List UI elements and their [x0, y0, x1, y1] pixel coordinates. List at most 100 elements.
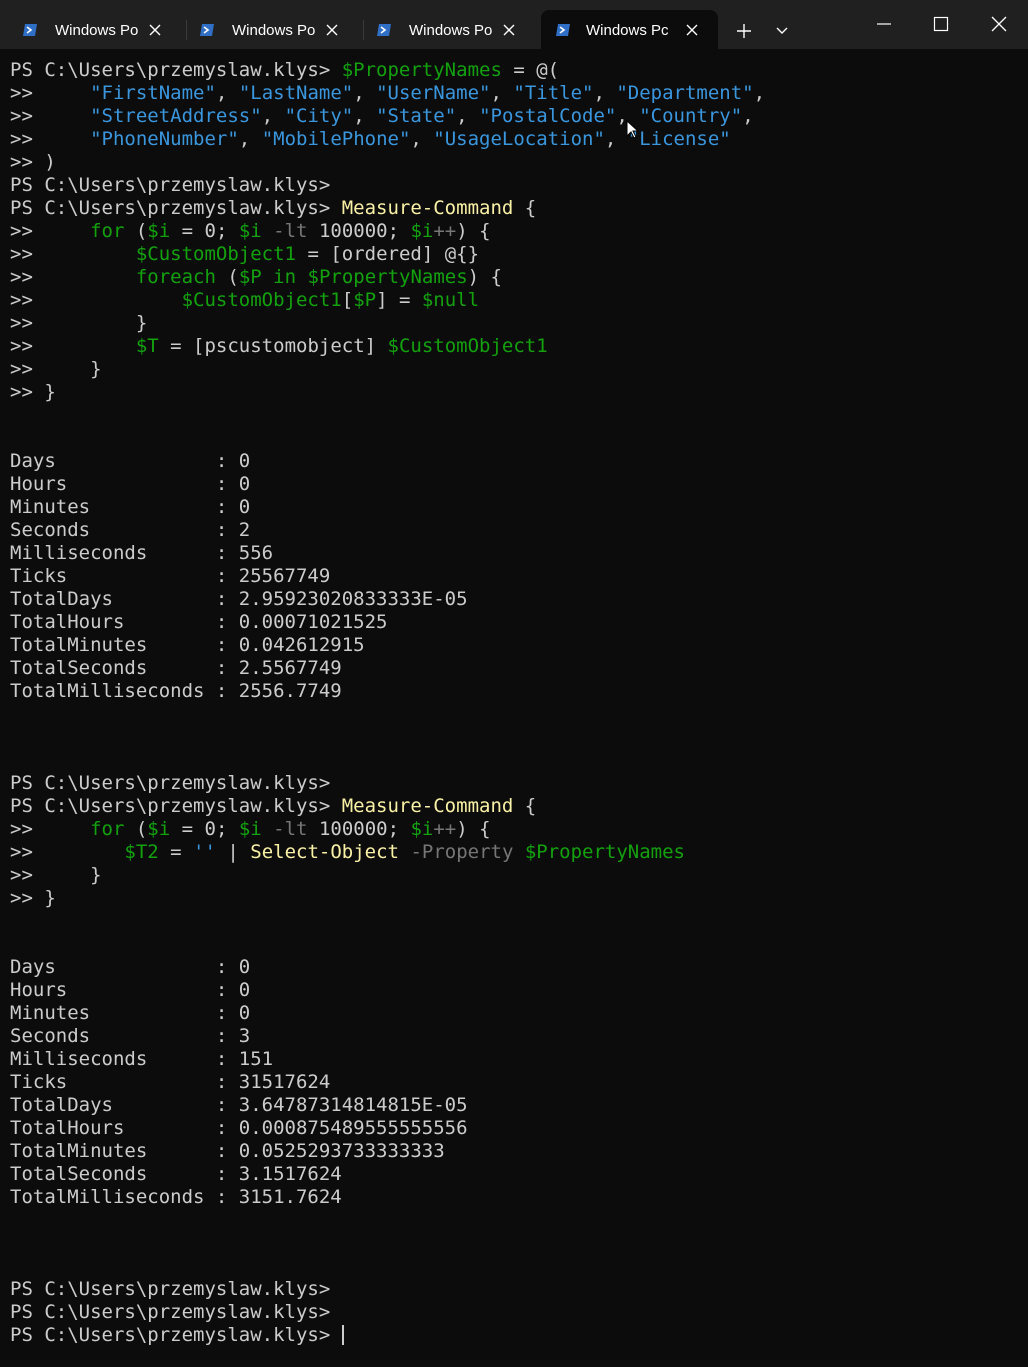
terminal-token: >> }: [10, 864, 102, 886]
terminal-token: Ticks : 25567749: [10, 565, 331, 587]
tab-label: Windows Po: [409, 22, 492, 39]
terminal-token: >>: [10, 82, 91, 104]
terminal-token: "MobilePhone": [261, 128, 411, 150]
terminal-token: "State": [376, 105, 457, 127]
terminal-line: Milliseconds : 151: [10, 1048, 1020, 1071]
terminal-line: Days : 0: [10, 956, 1020, 979]
plus-icon: [737, 24, 751, 38]
tab-label: Windows Pc: [586, 22, 669, 39]
terminal-token: Ticks : 31517624: [10, 1071, 331, 1093]
terminal-token: "PhoneNumber": [90, 128, 239, 150]
terminal-token: $i: [238, 220, 262, 242]
terminal-token: Seconds : 3: [10, 1025, 251, 1047]
close-tab-icon[interactable]: [145, 20, 165, 40]
terminal-token: "Title": [513, 82, 594, 104]
close-tab-icon[interactable]: [499, 20, 519, 40]
terminal-line: TotalMilliseconds : 3151.7624: [10, 1186, 1020, 1209]
terminal-token: ,: [742, 105, 754, 127]
terminal-line: Hours : 0: [10, 473, 1020, 496]
tab-windows-powershell-1[interactable]: Windows Po: [0, 10, 185, 49]
terminal-token: ++: [433, 818, 457, 840]
terminal-token: ,: [353, 105, 377, 127]
tab-windows-powershell-active[interactable]: Windows Pc: [541, 10, 718, 49]
terminal-line: PS C:\Users\przemyslaw.klys>: [10, 772, 1020, 795]
terminal-line: TotalMilliseconds : 2556.7749: [10, 680, 1020, 703]
terminal-token: "UsageLocation": [433, 128, 605, 150]
terminal-token: foreach: [135, 266, 216, 288]
terminal-line: >> }: [10, 358, 1020, 381]
terminal-line: PS C:\Users\przemyslaw.klys> Measure-Com…: [10, 795, 1020, 818]
terminal-line: >> }: [10, 312, 1020, 335]
terminal-token: Milliseconds : 556: [10, 542, 274, 564]
terminal-token: $null: [421, 289, 480, 311]
terminal-token: TotalSeconds : 3.1517624: [10, 1163, 342, 1185]
terminal-line: TotalMinutes : 0.042612915: [10, 634, 1020, 657]
terminal-line: Days : 0: [10, 450, 1020, 473]
tab-windows-powershell-2[interactable]: Windows Po: [177, 10, 362, 49]
tab-windows-powershell-3[interactable]: Windows Po: [354, 10, 539, 49]
terminal-token: ) {: [456, 818, 491, 840]
prompt: PS C:\Users\przemyslaw.klys>: [10, 795, 342, 817]
terminal-line: >> $CustomObject1 = [ordered] @{}: [10, 243, 1020, 266]
terminal-token: (: [124, 818, 148, 840]
terminal-line: PS C:\Users\przemyslaw.klys>: [10, 1324, 1020, 1347]
terminal-line: >> foreach ($P in $PropertyNames) {: [10, 266, 1020, 289]
terminal-token: ,: [410, 128, 434, 150]
minimize-button[interactable]: [857, 0, 911, 48]
powershell-icon: [200, 24, 214, 36]
terminal-token: $CustomObject1: [387, 335, 548, 357]
terminal-token: $P: [238, 266, 262, 288]
terminal-line: >> }: [10, 887, 1020, 910]
terminal-line: Minutes : 0: [10, 496, 1020, 519]
terminal-token: >>: [10, 220, 91, 242]
close-window-button[interactable]: [972, 0, 1026, 48]
terminal-line: >> for ($i = 0; $i -lt 100000; $i++) {: [10, 220, 1020, 243]
terminal-token: $T: [135, 335, 159, 357]
terminal-token: Milliseconds : 151: [10, 1048, 274, 1070]
prompt: PS C:\Users\przemyslaw.klys>: [10, 1278, 331, 1300]
powershell-icon: [556, 24, 570, 36]
tab-label: Windows Po: [232, 22, 315, 39]
terminal-output[interactable]: PS C:\Users\przemyslaw.klys> $PropertyNa…: [10, 59, 1020, 1359]
terminal-token: "LastName": [238, 82, 354, 104]
terminal-line: >> $T2 = '' | Select-Object -Property $P…: [10, 841, 1020, 864]
terminal-line: PS C:\Users\przemyslaw.klys> $PropertyNa…: [10, 59, 1020, 82]
terminal-token: -lt: [273, 818, 308, 840]
terminal-line: Milliseconds : 556: [10, 542, 1020, 565]
new-tab-button[interactable]: [730, 18, 758, 44]
terminal-token: ) {: [467, 266, 502, 288]
close-icon: [991, 16, 1007, 32]
terminal-token: $PropertyNames: [307, 266, 468, 288]
terminal-token: Minutes : 0: [10, 496, 251, 518]
terminal-token: $PropertyNames: [341, 59, 502, 81]
tab-dropdown-button[interactable]: [768, 18, 796, 44]
terminal-token: (: [215, 266, 239, 288]
terminal-line: >> ): [10, 151, 1020, 174]
close-tab-icon[interactable]: [322, 20, 342, 40]
close-tab-icon[interactable]: [682, 20, 702, 40]
terminal-token: 100000;: [307, 818, 411, 840]
terminal-token: >>: [10, 818, 91, 840]
terminal-token: >> }: [10, 381, 56, 403]
terminal-token: "City": [284, 105, 354, 127]
terminal-line: Seconds : 3: [10, 1025, 1020, 1048]
terminal-token: ) {: [456, 220, 491, 242]
powershell-icon: [377, 24, 391, 36]
terminal-token: ++: [433, 220, 457, 242]
maximize-button[interactable]: [914, 0, 968, 48]
terminal-token: ,: [215, 82, 239, 104]
terminal-token: = 0;: [170, 818, 239, 840]
terminal-token: >> ): [10, 151, 56, 173]
terminal-token: ,: [261, 105, 285, 127]
terminal-token: >>: [10, 128, 91, 150]
terminal-token: "PostalCode": [479, 105, 617, 127]
terminal-token: for: [90, 220, 125, 242]
